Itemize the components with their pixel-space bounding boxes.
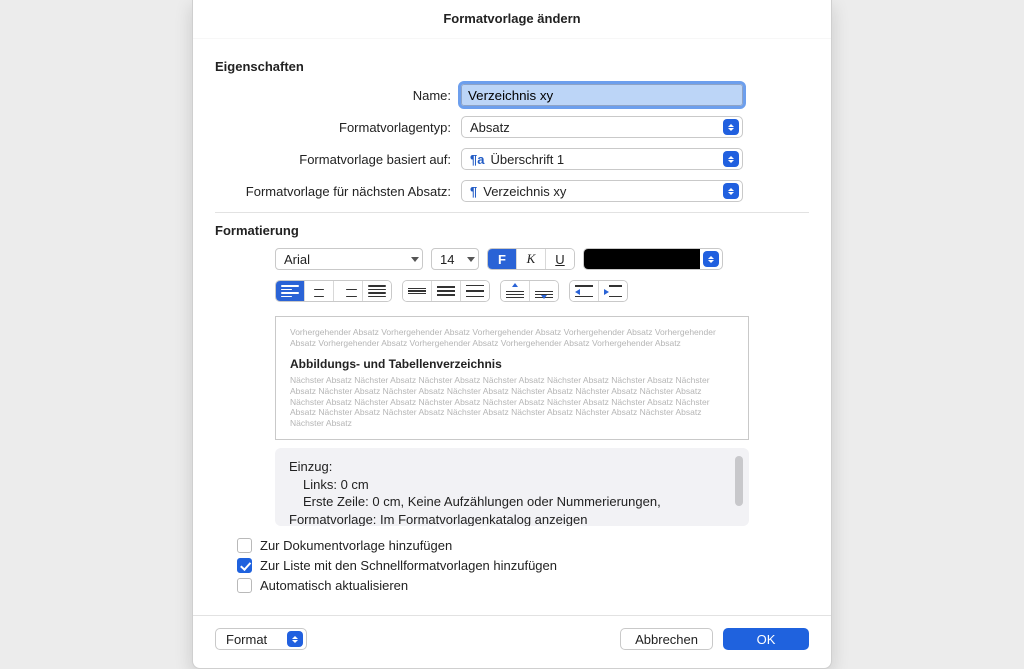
nextpara-label: Formatvorlage für nächsten Absatz: <box>215 184 461 199</box>
font-size-value: 14 <box>440 252 454 267</box>
chevron-down-icon <box>464 257 478 262</box>
line-spacing-group <box>402 280 490 302</box>
align-right-icon <box>339 285 357 297</box>
add-to-template-label: Zur Dokumentvorlage hinzufügen <box>260 538 452 553</box>
name-label: Name: <box>215 88 461 103</box>
line-spacing-loose-button[interactable] <box>461 281 489 301</box>
desc-line-3: Erste Zeile: 0 cm, Keine Aufzählungen od… <box>303 493 721 511</box>
style-description-box: Einzug: Links: 0 cm Erste Zeile: 0 cm, K… <box>275 448 749 526</box>
bold-button[interactable]: F <box>488 249 517 269</box>
align-center-button[interactable] <box>305 281 334 301</box>
cancel-button[interactable]: Abbrechen <box>620 628 713 650</box>
space-after-icon <box>535 284 553 298</box>
chevron-down-icon <box>408 257 422 262</box>
style-preview: Vorhergehender Absatz Vorhergehender Abs… <box>275 316 749 440</box>
increase-indent-icon <box>604 285 622 297</box>
spacing-loose-icon <box>466 285 484 297</box>
desc-line-1: Einzug: <box>289 458 721 476</box>
add-to-quickstyles-label: Zur Liste mit den Schnellformatvorlagen … <box>260 558 557 573</box>
align-justify-icon <box>368 285 386 297</box>
font-size-select[interactable]: 14 <box>431 248 479 270</box>
spacing-normal-icon <box>437 285 455 297</box>
align-justify-button[interactable] <box>363 281 391 301</box>
font-family-value: Arial <box>284 252 310 267</box>
pilcrow-icon: ¶ <box>470 184 477 199</box>
align-left-button[interactable] <box>276 281 305 301</box>
ok-button[interactable]: OK <box>723 628 809 650</box>
next-paragraph-value: Verzeichnis xy <box>483 184 723 199</box>
heading-glyph-icon: ¶a <box>470 152 484 167</box>
auto-update-checkbox[interactable] <box>237 578 252 593</box>
style-type-value: Absatz <box>470 120 723 135</box>
color-swatch <box>584 249 700 269</box>
based-on-value: Überschrift 1 <box>490 152 723 167</box>
paragraph-spacing-group <box>500 280 559 302</box>
decrease-indent-button[interactable] <box>570 281 599 301</box>
indent-group <box>569 280 628 302</box>
next-paragraph-select[interactable]: ¶ Verzeichnis xy <box>461 180 743 202</box>
auto-update-label: Automatisch aktualisieren <box>260 578 408 593</box>
line-spacing-tight-button[interactable] <box>403 281 432 301</box>
desc-line-4: Formatvorlage: Im Formatvorlagenkatalog … <box>289 511 721 526</box>
properties-section-label: Eigenschaften <box>215 59 809 74</box>
formatting-section-label: Formatierung <box>215 223 809 238</box>
font-color-button[interactable] <box>583 248 723 270</box>
italic-button[interactable]: K <box>517 249 546 269</box>
line-spacing-normal-button[interactable] <box>432 281 461 301</box>
modify-style-dialog: Formatvorlage ändern Eigenschaften Name:… <box>192 0 832 669</box>
type-label: Formatvorlagentyp: <box>215 120 461 135</box>
decrease-indent-icon <box>575 285 593 297</box>
alignment-group <box>275 280 392 302</box>
basedon-label: Formatvorlage basiert auf: <box>215 152 461 167</box>
format-menu-label: Format <box>226 632 287 647</box>
style-name-input[interactable] <box>461 84 743 106</box>
font-family-select[interactable]: Arial <box>275 248 423 270</box>
ok-button-label: OK <box>757 632 776 647</box>
scrollbar-thumb[interactable] <box>735 456 743 506</box>
align-right-button[interactable] <box>334 281 363 301</box>
align-left-icon <box>281 285 299 297</box>
options-checkboxes: Zur Dokumentvorlage hinzufügen Zur Liste… <box>237 538 809 593</box>
chevron-updown-icon <box>723 119 739 135</box>
chevron-updown-icon <box>723 151 739 167</box>
add-to-quickstyles-checkbox[interactable] <box>237 558 252 573</box>
underline-button[interactable]: U <box>546 249 574 269</box>
dialog-footer: Format Abbrechen OK <box>193 615 831 668</box>
preview-sample-text: Abbildungs- und Tabellenverzeichnis <box>290 357 734 371</box>
spacing-tight-icon <box>408 285 426 297</box>
add-to-template-checkbox[interactable] <box>237 538 252 553</box>
divider <box>215 212 809 213</box>
chevron-updown-icon <box>723 183 739 199</box>
space-after-button[interactable] <box>530 281 558 301</box>
style-type-select[interactable]: Absatz <box>461 116 743 138</box>
chevron-updown-icon <box>703 251 719 267</box>
preview-next-text: Nächster Absatz Nächster Absatz Nächster… <box>290 375 734 428</box>
based-on-select[interactable]: ¶a Überschrift 1 <box>461 148 743 170</box>
format-menu-button[interactable]: Format <box>215 628 307 650</box>
space-before-button[interactable] <box>501 281 530 301</box>
align-center-icon <box>310 285 328 297</box>
preview-previous-text: Vorhergehender Absatz Vorhergehender Abs… <box>290 327 734 348</box>
space-before-icon <box>506 284 524 298</box>
font-style-group: F K U <box>487 248 575 270</box>
increase-indent-button[interactable] <box>599 281 627 301</box>
desc-line-2: Links: 0 cm <box>303 476 721 494</box>
cancel-button-label: Abbrechen <box>635 632 698 647</box>
dialog-title: Formatvorlage ändern <box>193 0 831 39</box>
chevron-updown-icon <box>287 631 303 647</box>
